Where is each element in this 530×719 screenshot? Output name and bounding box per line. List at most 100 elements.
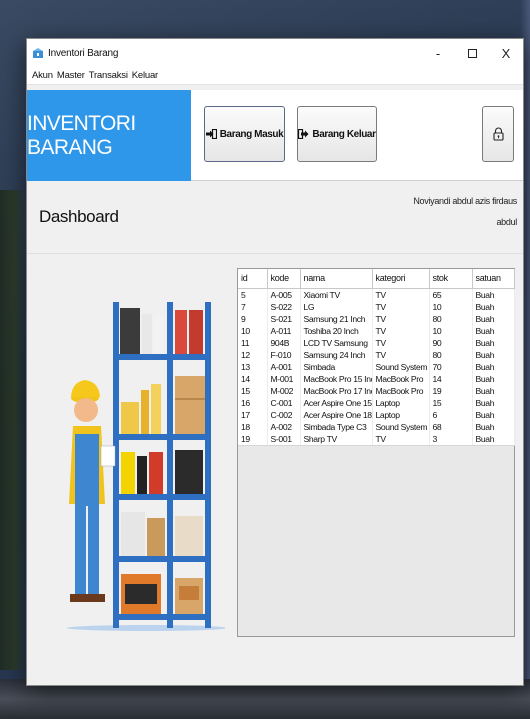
table-row[interactable]: 13 A-001 Simbada Sound System 70 Buah bbox=[238, 360, 515, 373]
barang-keluar-button[interactable]: Barang Keluar bbox=[297, 106, 377, 162]
sign-in-icon bbox=[205, 129, 217, 139]
table-cell-stok: 6 bbox=[429, 408, 473, 421]
table-cell-nama: MacBook Pro 17 Inch bbox=[300, 384, 373, 397]
table-cell-kategori: MacBook Pro bbox=[372, 384, 430, 397]
table-row[interactable]: 19 S-001 Sharp TV TV 3 Buah bbox=[238, 432, 515, 446]
table-row[interactable]: 7 S-022 LG TV 10 Buah bbox=[238, 300, 515, 313]
col-header-id[interactable]: id bbox=[238, 269, 268, 289]
maximize-icon bbox=[467, 48, 477, 58]
table-cell-kategori: TV bbox=[372, 300, 430, 313]
menu-bar: Akun Master Transaksi Keluar bbox=[27, 67, 523, 85]
table-cell-nama: MacBook Pro 15 Inch bbox=[300, 372, 373, 385]
sign-out-icon bbox=[298, 129, 309, 139]
table-cell-satuan: Buah bbox=[472, 348, 515, 361]
table-cell-kode: 904B bbox=[267, 336, 301, 349]
table-cell-nama: Xiaomi TV bbox=[300, 288, 373, 301]
app-window: Inventori Barang - X Akun Master Transak… bbox=[26, 38, 524, 686]
barang-keluar-label: Barang Keluar bbox=[312, 128, 376, 140]
table-row[interactable]: 15 M-002 MacBook Pro 17 Inch MacBook Pro 19 B… bbox=[238, 384, 515, 397]
barang-masuk-label: Barang Masuk bbox=[219, 128, 284, 140]
table-cell-kode: A-002 bbox=[267, 420, 301, 433]
table-cell-satuan: Buah bbox=[472, 312, 515, 325]
table-cell-kategori: Laptop bbox=[372, 408, 430, 421]
table-row[interactable]: 10 A-011 Toshiba 20 Inch TV 10 Buah bbox=[238, 324, 515, 337]
table-cell-nama: Toshiba 20 Inch bbox=[300, 324, 373, 337]
table-row[interactable]: 17C-002Acer Aspire One 18 I...Laptop6Bua… bbox=[238, 408, 515, 421]
table-cell-stok: 80 bbox=[429, 312, 473, 325]
close-button[interactable]: X bbox=[489, 39, 523, 67]
table-cell-nama: LCD TV Samsung bbox=[300, 336, 373, 349]
table-cell-id: 9 bbox=[238, 312, 268, 325]
table-cell-satuan: Buah bbox=[472, 432, 515, 446]
menu-keluar[interactable]: Keluar bbox=[130, 70, 160, 81]
table-cell-satuan: Buah bbox=[472, 372, 515, 385]
logout-button[interactable] bbox=[482, 106, 514, 162]
table-cell-satuan: Buah bbox=[472, 288, 515, 301]
desktop-plant bbox=[0, 190, 26, 670]
table-cell-stok: 70 bbox=[429, 360, 473, 373]
barang-masuk-button[interactable]: Barang Masuk bbox=[204, 106, 285, 162]
table-row[interactable]: 16C-001Acer Aspire One 15 I...Laptop15Bu… bbox=[238, 396, 515, 409]
table-cell-id: 13 bbox=[238, 360, 268, 373]
maximize-button[interactable] bbox=[455, 39, 489, 67]
table-cell-satuan: Buah bbox=[472, 300, 515, 313]
table-cell-kode: A-005 bbox=[267, 288, 301, 301]
user-fullname: Noviyandi abdul azis firdaus bbox=[413, 196, 517, 206]
table-cell-id: 19 bbox=[238, 432, 268, 446]
table-header-row: id kode nama kategori stok satuan bbox=[238, 269, 515, 289]
col-header-kategori[interactable]: kategori bbox=[372, 269, 430, 289]
table-cell-nama: LG bbox=[300, 300, 373, 313]
table-row[interactable]: 18 A-002 Simbada Type C3 Sound System 68 Buah bbox=[238, 420, 515, 433]
table-cell-kode: F-010 bbox=[267, 348, 301, 361]
lock-icon bbox=[492, 127, 504, 141]
col-header-kode[interactable]: kode bbox=[267, 269, 301, 289]
table-cell-kode: S-022 bbox=[267, 300, 301, 313]
window-controls: - X bbox=[421, 39, 523, 67]
brand-title: INVENTORI BARANG bbox=[27, 90, 191, 181]
table-cell-kategori: Laptop bbox=[372, 396, 430, 409]
table-row[interactable]: 12 F-010 Samsung 24 Inch TV 80 Buah bbox=[238, 348, 515, 361]
window-title: Inventori Barang bbox=[48, 47, 119, 59]
table-cell-id: 5 bbox=[238, 288, 268, 301]
minimize-button[interactable]: - bbox=[421, 39, 455, 67]
table-cell-id: 16 bbox=[238, 396, 268, 409]
table-cell-nama: Samsung 21 Inch bbox=[300, 312, 373, 325]
col-header-nama[interactable]: nama bbox=[300, 269, 373, 289]
table-cell-kode: M-002 bbox=[267, 384, 301, 397]
table-cell-kategori: TV bbox=[372, 288, 430, 301]
table-cell-id: 18 bbox=[238, 420, 268, 433]
menu-master[interactable]: Master bbox=[55, 70, 87, 81]
table-cell-nama: Samsung 24 Inch bbox=[300, 348, 373, 361]
table-cell-id: 7 bbox=[238, 300, 268, 313]
title-bar[interactable]: Inventori Barang - X bbox=[27, 39, 523, 67]
menu-transaksi[interactable]: Transaksi bbox=[87, 70, 130, 81]
table-cell-kategori: TV bbox=[372, 324, 430, 337]
table-cell-stok: 3 bbox=[429, 432, 473, 446]
table-row[interactable]: 11 904B LCD TV Samsung TV 90 Buah bbox=[238, 336, 515, 349]
table-cell-id: 11 bbox=[238, 336, 268, 349]
table-cell-kategori: TV bbox=[372, 312, 430, 325]
table-cell-kode: S-021 bbox=[267, 312, 301, 325]
page-title: Dashboard bbox=[39, 207, 119, 226]
table-cell-kode: A-011 bbox=[267, 324, 301, 337]
table-cell-satuan: Buah bbox=[472, 324, 515, 337]
table-body: 5 A-005 Xiaomi TV TV 65 Buah 7 S-022 LG TV 10 Buah 9… bbox=[238, 288, 515, 446]
table-cell-kategori: Sound System bbox=[372, 360, 430, 373]
table-row[interactable]: 14 M-001 MacBook Pro 15 Inch MacBook Pro 14 B… bbox=[238, 372, 515, 385]
table-cell-kategori: TV bbox=[372, 348, 430, 361]
col-header-satuan[interactable]: satuan bbox=[472, 269, 515, 289]
table-cell-nama: Simbada Type C3 bbox=[300, 420, 373, 433]
table-cell-kode: C-001 bbox=[267, 396, 301, 409]
table-cell-stok: 65 bbox=[429, 288, 473, 301]
table-cell-kategori: TV bbox=[372, 336, 430, 349]
table-cell-stok: 14 bbox=[429, 372, 473, 385]
menu-akun[interactable]: Akun bbox=[30, 70, 55, 81]
col-header-stok[interactable]: stok bbox=[429, 269, 473, 289]
table-cell-kode: S-001 bbox=[267, 432, 301, 446]
user-username: abdul bbox=[496, 217, 517, 227]
table-cell-id: 12 bbox=[238, 348, 268, 361]
table-row[interactable]: 5 A-005 Xiaomi TV TV 65 Buah bbox=[238, 288, 515, 301]
table-row[interactable]: 9 S-021 Samsung 21 Inch TV 80 Buah bbox=[238, 312, 515, 325]
header-panel: INVENTORI BARANG Barang Masuk Barang Kel… bbox=[27, 90, 523, 181]
barang-table: id kode nama kategori stok satuan 5 A-005… bbox=[237, 268, 515, 637]
